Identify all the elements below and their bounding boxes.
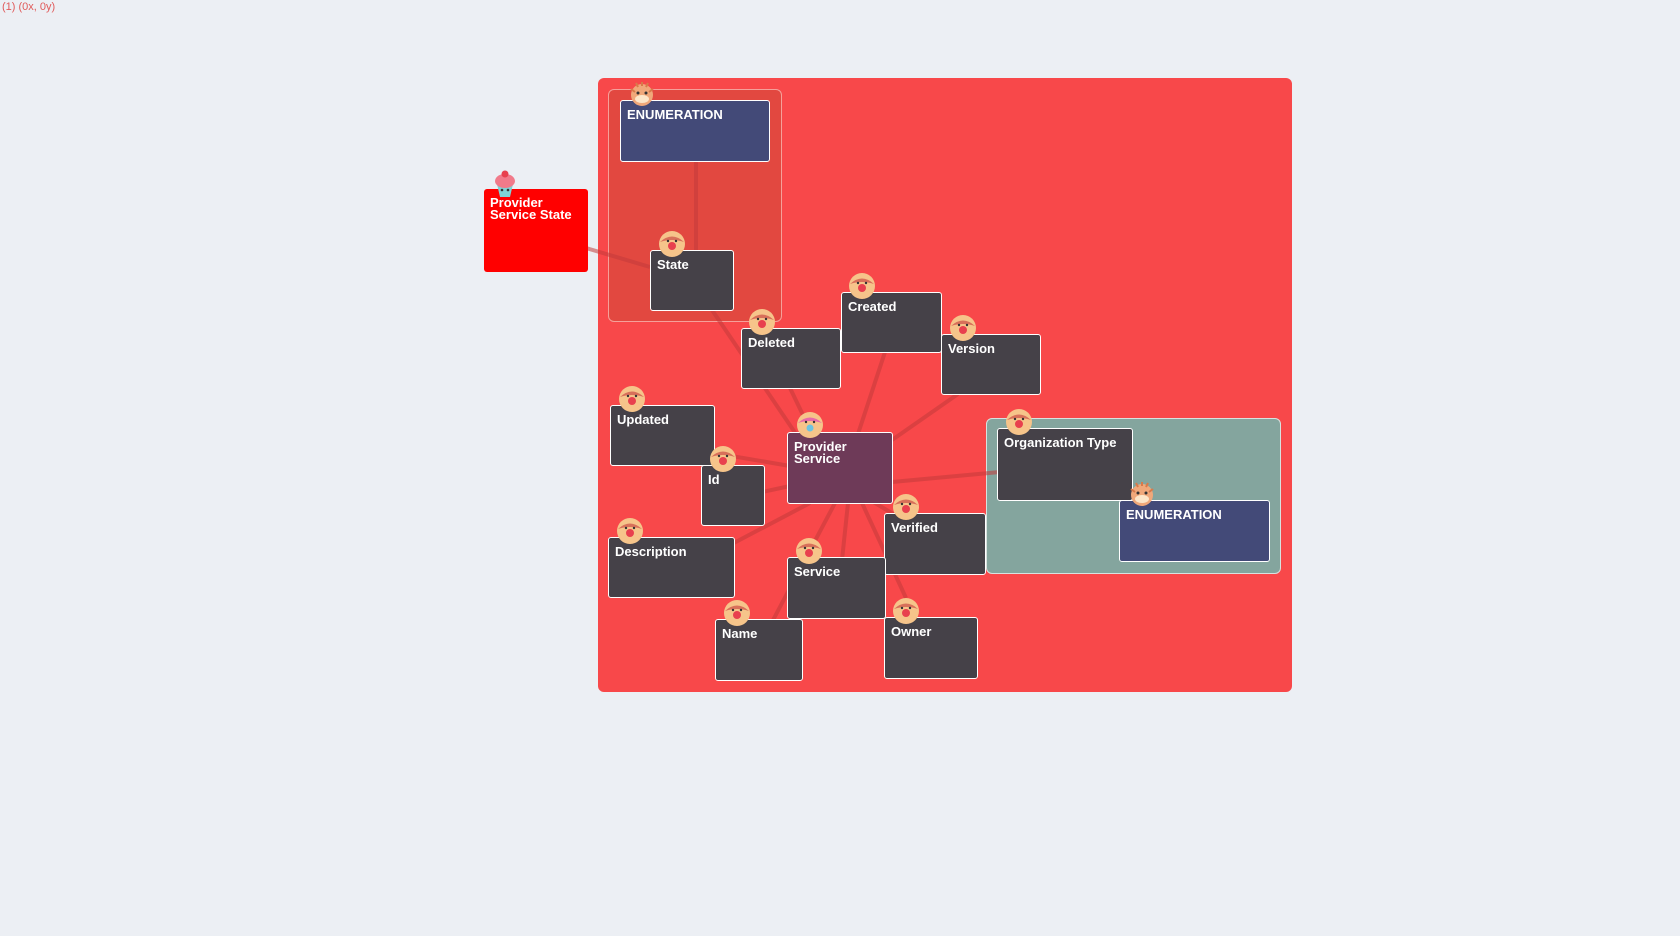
donut-icon <box>724 600 750 626</box>
node-label: Version <box>948 341 995 356</box>
donut-icon <box>749 309 775 335</box>
donut-pink-icon <box>797 412 823 438</box>
node-label: State <box>657 257 689 272</box>
node-updated[interactable]: Updated <box>610 405 715 466</box>
donut-icon <box>659 231 685 257</box>
node-label: Provider Service <box>794 439 847 466</box>
donut-icon <box>619 386 645 412</box>
node-version[interactable]: Version <box>941 334 1041 395</box>
node-label: ENUMERATION <box>1126 507 1222 522</box>
node-description[interactable]: Description <box>608 537 735 598</box>
donut-icon <box>950 315 976 341</box>
donut-icon <box>1006 409 1032 435</box>
diagram-canvas[interactable]: Provider Service State ENUMERATION State… <box>0 0 1680 936</box>
node-owner[interactable]: Owner <box>884 617 978 679</box>
node-provider-service[interactable]: Provider Service <box>787 432 893 504</box>
edge-id-provider-service <box>761 484 791 494</box>
node-created[interactable]: Created <box>841 292 942 353</box>
donut-icon <box>617 518 643 544</box>
node-label: Owner <box>891 624 932 639</box>
node-enumeration-bottom[interactable]: ENUMERATION <box>1119 500 1270 562</box>
node-deleted[interactable]: Deleted <box>741 328 841 389</box>
node-provider-service-state[interactable]: Provider Service State <box>484 189 588 272</box>
donut-icon <box>710 446 736 472</box>
donut-icon <box>893 494 919 520</box>
node-label: Verified <box>891 520 938 535</box>
node-label: Updated <box>617 412 669 427</box>
node-label: Organization Type <box>1004 435 1117 450</box>
node-name[interactable]: Name <box>715 619 803 681</box>
edge-version-provider-service <box>890 392 960 442</box>
donut-icon <box>849 273 875 299</box>
node-label: ENUMERATION <box>627 107 723 122</box>
cupcake-icon <box>495 170 515 197</box>
node-id[interactable]: Id <box>701 465 765 526</box>
edge-service-provider-service <box>840 502 850 561</box>
edge-created-provider-service <box>854 351 887 441</box>
edge-provider-service-organization-type <box>891 470 1001 484</box>
node-label: Service <box>794 564 841 579</box>
node-organization-type[interactable]: Organization Type <box>997 428 1133 501</box>
node-state[interactable]: State <box>650 250 734 311</box>
donut-icon <box>893 598 919 624</box>
node-verified[interactable]: Verified <box>884 513 986 575</box>
edge-state-provider-service-state <box>585 246 651 269</box>
pufferfish-icon <box>630 82 654 106</box>
node-label: Provider Service State <box>490 195 572 222</box>
node-label: Deleted <box>748 335 795 350</box>
donut-icon <box>796 538 822 564</box>
node-enumeration-top[interactable]: ENUMERATION <box>620 100 770 162</box>
node-label: Description <box>615 544 687 559</box>
pufferfish-icon <box>1130 482 1154 506</box>
node-label: Created <box>848 299 897 314</box>
node-service[interactable]: Service <box>787 557 886 619</box>
node-label: Name <box>722 626 758 641</box>
node-label: Id <box>708 472 720 487</box>
